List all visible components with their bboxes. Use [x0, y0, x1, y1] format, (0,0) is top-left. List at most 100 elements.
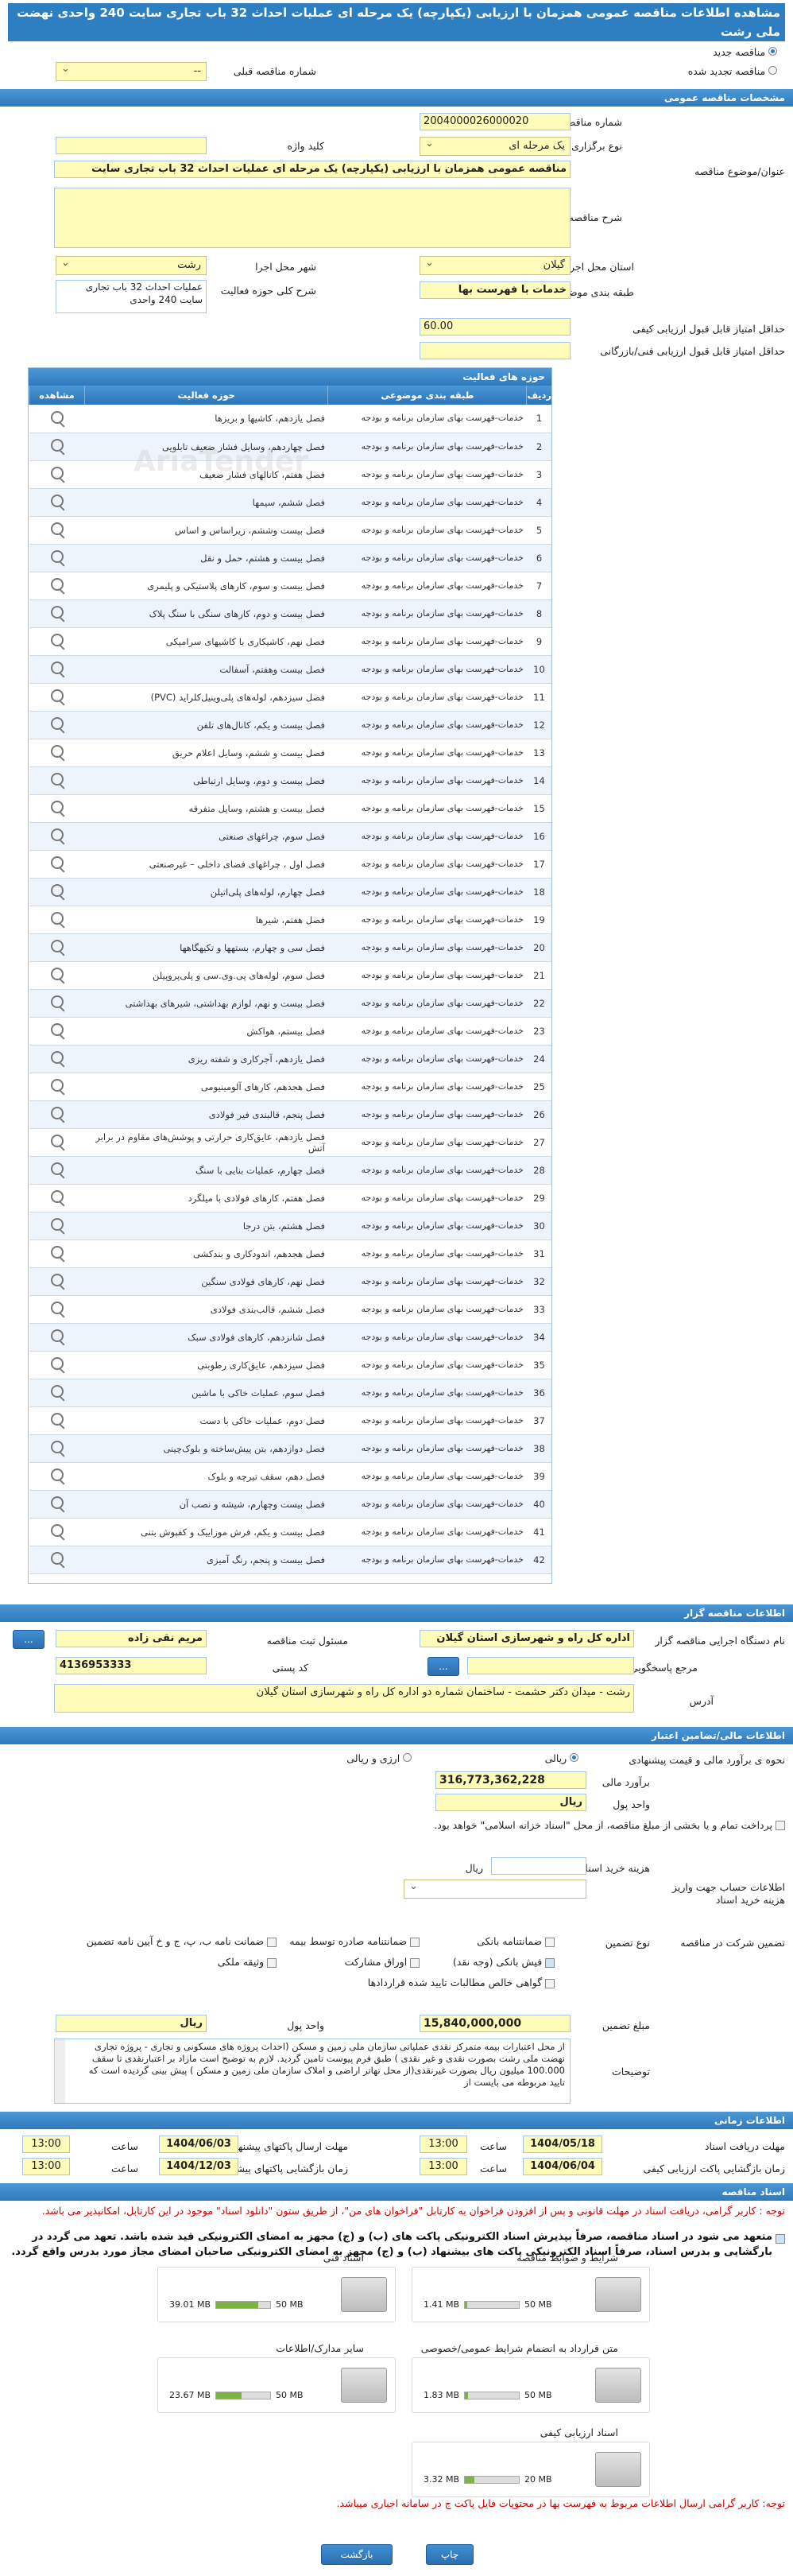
row-view[interactable] — [29, 766, 85, 795]
magnifier-icon[interactable] — [50, 1413, 64, 1426]
row-view[interactable] — [29, 1017, 85, 1046]
back-button[interactable]: بازگشت — [321, 2544, 393, 2565]
payment-check[interactable] — [776, 1820, 785, 1830]
magnifier-icon[interactable] — [50, 634, 64, 646]
g-cheque-check[interactable] — [267, 1937, 277, 1947]
magnifier-icon[interactable] — [50, 550, 64, 563]
row-view[interactable] — [29, 1462, 85, 1491]
commit-check[interactable] — [776, 2233, 785, 2244]
magnifier-icon[interactable] — [50, 439, 64, 452]
row-view[interactable] — [29, 544, 85, 572]
row-view[interactable] — [29, 878, 85, 906]
account-select[interactable] — [404, 1880, 586, 1899]
row-view[interactable] — [29, 460, 85, 489]
magnifier-icon[interactable] — [50, 410, 64, 424]
magnifier-icon[interactable] — [50, 1468, 64, 1481]
row-view[interactable] — [29, 739, 85, 767]
row-view[interactable] — [29, 516, 85, 545]
row-view[interactable] — [29, 1100, 85, 1129]
magnifier-icon[interactable] — [50, 1357, 64, 1370]
row-view[interactable] — [29, 933, 85, 962]
row-view[interactable] — [29, 1073, 85, 1101]
magnifier-icon[interactable] — [50, 1552, 64, 1565]
magnifier-icon[interactable] — [50, 1162, 64, 1175]
magnifier-icon[interactable] — [50, 828, 64, 841]
row-view[interactable] — [29, 683, 85, 712]
row-view[interactable] — [29, 1434, 85, 1463]
magnifier-icon[interactable] — [50, 1079, 64, 1092]
magnifier-icon[interactable] — [50, 1329, 64, 1342]
magnifier-icon[interactable] — [50, 745, 64, 758]
g-bank-option[interactable]: ضمانتنامه بانکی — [477, 1935, 555, 1947]
responsible-more-button[interactable]: ... — [13, 1630, 44, 1649]
magnifier-icon[interactable] — [50, 578, 64, 591]
row-view[interactable] — [29, 1045, 85, 1073]
row-view[interactable] — [29, 1184, 85, 1212]
magnifier-icon[interactable] — [50, 467, 64, 479]
magnifier-icon[interactable] — [50, 1135, 64, 1147]
row-view[interactable] — [29, 1295, 85, 1324]
renew-tender-option[interactable]: مناقصه تجدید شده — [688, 65, 777, 77]
magnifier-icon[interactable] — [50, 912, 64, 925]
row-view[interactable] — [29, 711, 85, 739]
scope-list[interactable]: عملیات احداث 32 باب تجاری سایت 240 واحدی — [56, 280, 207, 313]
magnifier-icon[interactable] — [50, 1190, 64, 1203]
row-view[interactable] — [29, 1267, 85, 1296]
row-view[interactable] — [29, 822, 85, 851]
magnifier-icon[interactable] — [50, 1023, 64, 1036]
magnifier-icon[interactable] — [50, 1302, 64, 1314]
row-view[interactable] — [29, 794, 85, 823]
row-view[interactable] — [29, 1156, 85, 1185]
magnifier-icon[interactable] — [50, 968, 64, 980]
g-property-option[interactable]: وثیقه ملکی — [218, 1956, 277, 1968]
row-view[interactable] — [29, 1406, 85, 1435]
document-file[interactable]: شرایط و ضوابط مناقصه 1.41 MB 50 MB — [412, 2252, 650, 2322]
row-view[interactable] — [29, 989, 85, 1018]
magnifier-icon[interactable] — [50, 1496, 64, 1509]
prev-number-select[interactable]: -- — [56, 62, 207, 81]
magnifier-icon[interactable] — [50, 1051, 64, 1064]
magnifier-icon[interactable] — [50, 717, 64, 730]
g-insurance-check[interactable] — [410, 1937, 420, 1947]
g-claims-check[interactable] — [545, 1978, 555, 1988]
province-select[interactable]: گیلان — [420, 256, 571, 275]
reference-search-button[interactable]: ... — [427, 1657, 459, 1676]
row-view[interactable] — [29, 655, 85, 684]
magnifier-icon[interactable] — [50, 689, 64, 702]
row-view[interactable] — [29, 1518, 85, 1546]
magnifier-icon[interactable] — [50, 1524, 64, 1537]
row-view[interactable] — [29, 1212, 85, 1240]
row-view[interactable] — [29, 627, 85, 656]
g-bank-check[interactable] — [545, 1937, 555, 1947]
row-view[interactable] — [29, 572, 85, 600]
magnifier-icon[interactable] — [50, 856, 64, 869]
row-view[interactable] — [29, 1240, 85, 1268]
magnifier-icon[interactable] — [50, 1218, 64, 1231]
commit-checkbox[interactable] — [776, 2233, 785, 2244]
document-file[interactable]: سایر مدارک/اطلاعات 23.67 MB 50 MB — [157, 2342, 396, 2413]
file-box[interactable]: 39.01 MB 50 MB — [157, 2267, 396, 2322]
row-view[interactable] — [29, 488, 85, 517]
row-view[interactable] — [29, 1323, 85, 1352]
rial-fx-radio[interactable] — [403, 1753, 412, 1762]
file-box[interactable]: 1.41 MB 50 MB — [412, 2267, 650, 2322]
renew-radio[interactable] — [768, 66, 777, 75]
new-tender-option[interactable]: مناقصه جدید — [713, 46, 777, 58]
notes-textarea[interactable]: از محل اعتبارات بیمه متمرکز نقدی عملیاتی… — [54, 2039, 571, 2104]
magnifier-icon[interactable] — [50, 606, 64, 619]
g-receipt-option[interactable]: فیش بانکی (وجه نقد) — [453, 1956, 555, 1968]
row-view[interactable] — [29, 1546, 85, 1574]
magnifier-icon[interactable] — [50, 1274, 64, 1286]
magnifier-icon[interactable] — [50, 1385, 64, 1398]
magnifier-icon[interactable] — [50, 884, 64, 897]
g-property-check[interactable] — [267, 1957, 277, 1968]
row-view[interactable] — [29, 1379, 85, 1407]
type-select[interactable]: یک مرحله ای — [420, 137, 571, 156]
magnifier-icon[interactable] — [50, 940, 64, 952]
rial-radio[interactable] — [570, 1753, 578, 1762]
row-view[interactable] — [29, 405, 85, 433]
rial-fx-option[interactable]: ارزی و ریالی — [346, 1752, 412, 1764]
row-view[interactable] — [29, 1128, 85, 1157]
magnifier-icon[interactable] — [50, 1107, 64, 1119]
file-box[interactable]: 1.83 MB 50 MB — [412, 2357, 650, 2413]
